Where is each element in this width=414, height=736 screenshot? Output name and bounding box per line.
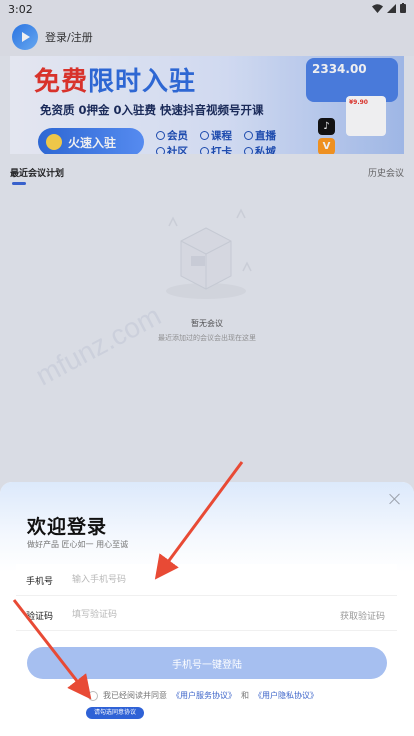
privacy-agreement-link[interactable]: 《用户隐私协议》 bbox=[254, 690, 318, 701]
banner-title: 免费限时入驻 bbox=[34, 67, 197, 97]
check-icon bbox=[156, 131, 165, 140]
close-icon[interactable] bbox=[388, 492, 402, 506]
get-code-button[interactable]: 获取验证码 bbox=[340, 609, 385, 622]
watermark: mfunz.com bbox=[30, 299, 166, 392]
one-click-login-button[interactable]: 手机号一键登陆 bbox=[27, 647, 387, 679]
agree-and: 和 bbox=[241, 691, 249, 700]
feature-item: 直播 bbox=[244, 128, 286, 143]
app-header: 登录/注册 bbox=[0, 18, 414, 56]
login-title: 欢迎登录 bbox=[27, 516, 108, 538]
login-register-link[interactable]: 登录/注册 bbox=[45, 29, 93, 45]
status-icons bbox=[372, 2, 406, 16]
agree-checkbox[interactable] bbox=[88, 690, 98, 701]
promo-banner[interactable]: 免费限时入驻 免资质 0押金 0入驻费 快速抖音视频号开课 火速入驻 会员 课程… bbox=[10, 56, 404, 154]
tab-indicator bbox=[12, 182, 26, 185]
tiktok-icon: ♪ bbox=[318, 118, 335, 135]
flame-icon bbox=[46, 134, 62, 150]
product-price: ¥9.90 bbox=[349, 99, 368, 106]
v-app-icon: V bbox=[318, 138, 335, 154]
status-bar: 3:02 bbox=[0, 0, 414, 18]
phone-label: 手机号 bbox=[26, 577, 54, 587]
agree-prefix: 我已经阅读并同意 bbox=[103, 691, 167, 700]
agreement-row: 我已经阅读并同意 《用户服务协议》 和 《用户隐私协议》 bbox=[88, 690, 318, 701]
phone-field: 手机号 bbox=[16, 564, 397, 596]
feature-item: 打卡 bbox=[200, 144, 242, 154]
check-icon bbox=[244, 131, 253, 140]
agree-tip-badge: 请勾选同意协议 bbox=[86, 707, 145, 719]
signal-icon bbox=[387, 3, 396, 16]
check-icon bbox=[200, 147, 209, 154]
tab-recent-meetings[interactable]: 最近会议计划 bbox=[10, 166, 64, 179]
phone-input[interactable] bbox=[72, 570, 322, 590]
code-label: 验证码 bbox=[26, 612, 54, 622]
battery-icon bbox=[400, 2, 406, 16]
service-agreement-link[interactable]: 《用户服务协议》 bbox=[172, 690, 236, 701]
meeting-tabs: 最近会议计划 历史会议 bbox=[0, 160, 414, 190]
banner-cta-button[interactable]: 火速入驻 bbox=[38, 128, 144, 154]
empty-subtitle: 最近添加过的会议会出现在这里 bbox=[158, 334, 256, 342]
check-icon bbox=[200, 131, 209, 140]
feature-item: 会员 bbox=[156, 128, 198, 143]
code-input[interactable] bbox=[72, 605, 322, 625]
empty-box-icon bbox=[151, 196, 261, 306]
feature-item: 课程 bbox=[200, 128, 242, 143]
code-field: 验证码 获取验证码 bbox=[16, 599, 397, 631]
check-icon bbox=[156, 147, 165, 154]
empty-title: 暂无会议 bbox=[191, 319, 223, 328]
wifi-icon bbox=[372, 3, 383, 16]
income-amount: 2334.00 bbox=[312, 62, 367, 76]
feature-item: 私域 bbox=[244, 144, 286, 154]
login-slogan: 做好产品 匠心如一 用心至诚 bbox=[27, 540, 129, 549]
feature-item: 社区 bbox=[156, 144, 198, 154]
tab-history-meetings[interactable]: 历史会议 bbox=[368, 166, 404, 179]
banner-features: 会员 课程 直播 社区 打卡 私域 bbox=[156, 128, 286, 154]
status-time: 3:02 bbox=[8, 2, 33, 16]
banner-product-card: ¥9.90 bbox=[346, 96, 386, 136]
banner-subtitle: 免资质 0押金 0入驻费 快速抖音视频号开课 bbox=[40, 103, 264, 117]
check-icon bbox=[244, 147, 253, 154]
app-logo-icon bbox=[12, 24, 38, 50]
login-sheet: 欢迎登录 做好产品 匠心如一 用心至诚 手机号 验证码 获取验证码 手机号一键登… bbox=[0, 482, 414, 736]
